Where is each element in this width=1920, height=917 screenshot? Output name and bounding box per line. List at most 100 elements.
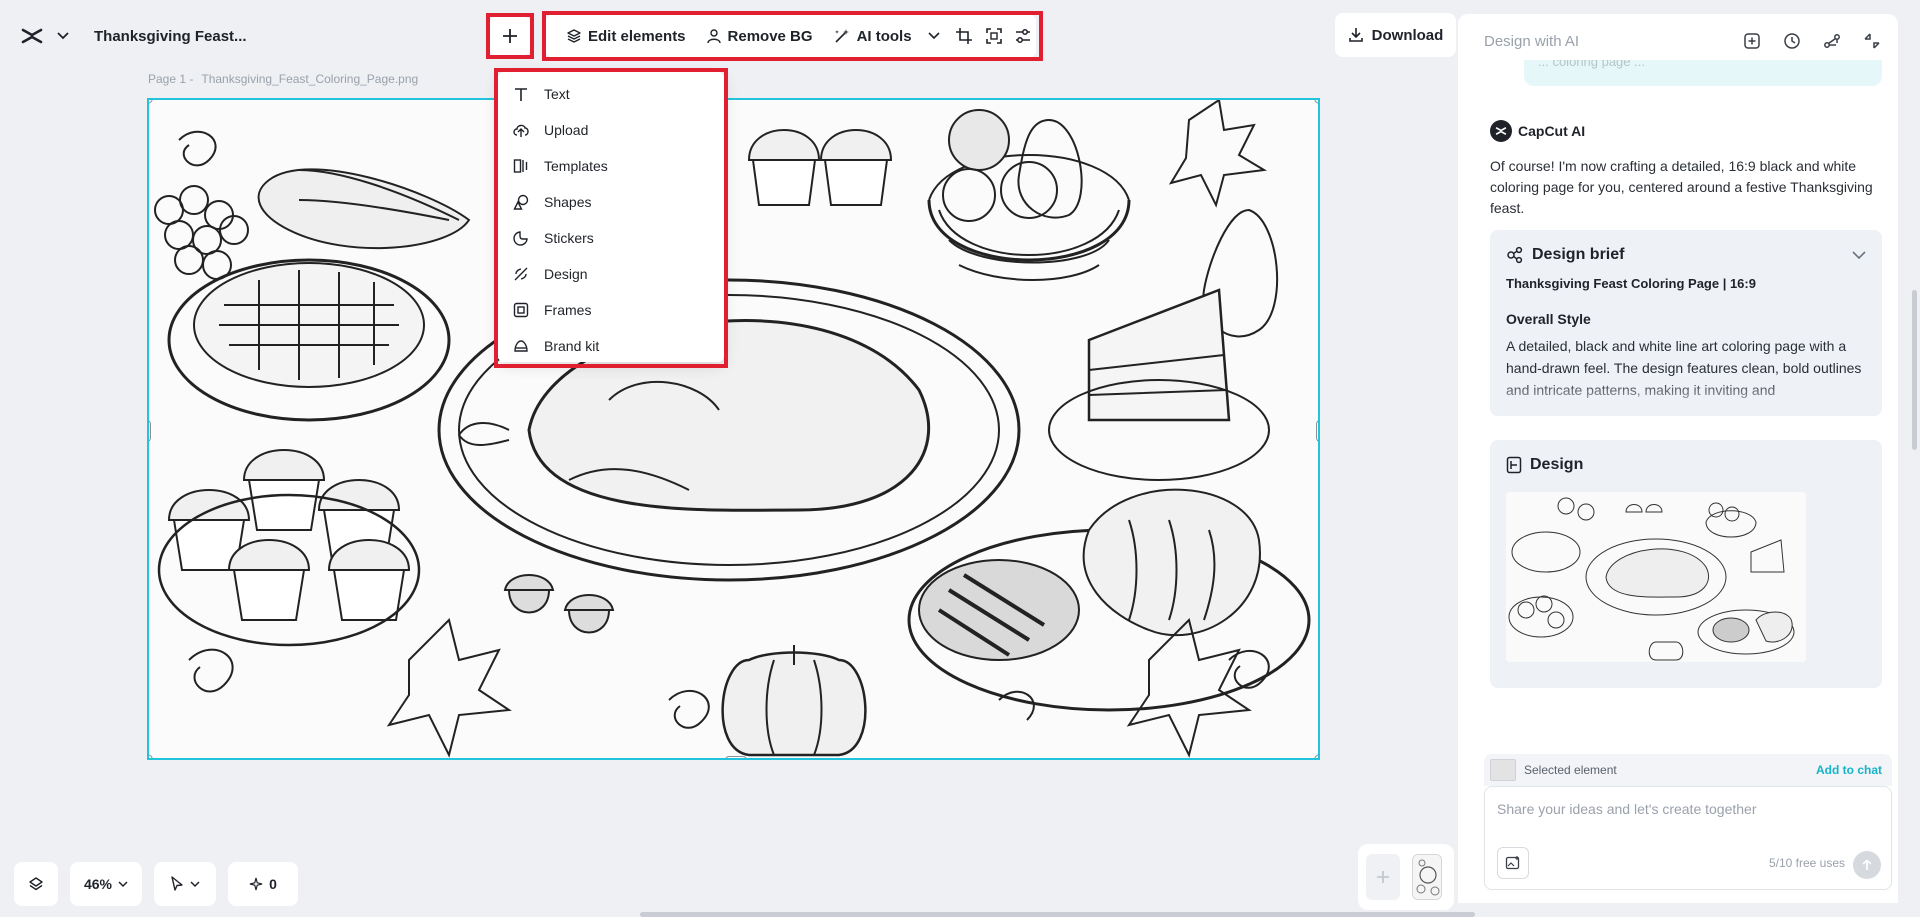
ai-tools-button[interactable]: AI tools — [825, 21, 948, 51]
ai-credits-count: 0 — [269, 876, 277, 892]
panel-title: Design with AI — [1484, 32, 1580, 50]
send-button[interactable] — [1853, 851, 1881, 879]
selected-element-thumbnail — [1490, 759, 1516, 781]
arrow-up-icon — [1862, 859, 1872, 870]
menu-item-templates[interactable]: Templates — [498, 148, 724, 184]
user-message-bubble: ... coloring page ... — [1524, 60, 1882, 86]
design-doc-icon — [1506, 456, 1522, 474]
add-element-button[interactable] — [490, 17, 530, 55]
app-header: Thanksgiving Feast... — [10, 14, 247, 58]
pointer-tool-select[interactable] — [154, 862, 216, 906]
ai-author-row: CapCut AI — [1490, 120, 1585, 142]
edit-elements-button[interactable]: Edit elements — [558, 22, 694, 51]
menu-item-frames[interactable]: Frames — [498, 292, 724, 328]
chevron-down-icon[interactable] — [54, 27, 72, 45]
free-uses-counter: 5/10 free uses — [1768, 856, 1845, 870]
flow-nodes-icon — [1507, 246, 1523, 264]
frames-icon — [512, 301, 530, 319]
chevron-down-icon[interactable] — [1852, 250, 1866, 260]
scan-icon — [985, 28, 1002, 44]
ai-author-name: CapCut AI — [1518, 123, 1586, 139]
add-to-chat-button[interactable]: Add to chat — [1816, 763, 1882, 777]
chat-input-box[interactable]: Share your ideas and let's create togeth… — [1484, 786, 1892, 890]
resize-handle-right[interactable] — [1316, 420, 1318, 442]
attach-image-button[interactable] — [1497, 847, 1529, 879]
menu-item-upload[interactable]: Upload — [498, 112, 724, 148]
sparkle-icon — [249, 877, 263, 891]
panel-header: Design with AI — [1484, 26, 1884, 56]
edit-elements-label: Edit elements — [588, 27, 686, 45]
remove-bg-label: Remove BG — [727, 27, 813, 45]
download-button[interactable]: Download — [1335, 13, 1456, 57]
ai-tools-label: AI tools — [856, 27, 912, 45]
selected-element-row: Selected element Add to chat — [1484, 754, 1892, 786]
ai-message-text: Of course! I'm now crafting a detailed, … — [1490, 158, 1873, 216]
menu-item-design[interactable]: Design — [498, 256, 724, 292]
design-brief-subtitle: Thanksgiving Feast Coloring Page | 16:9 — [1506, 276, 1756, 291]
plus-icon — [1377, 871, 1389, 883]
magic-wand-icon — [834, 29, 849, 43]
menu-item-stickers[interactable]: Stickers — [498, 220, 724, 256]
share-flow-icon[interactable] — [1820, 29, 1844, 53]
plus-icon — [503, 29, 517, 43]
new-chat-icon[interactable] — [1740, 29, 1764, 53]
layers-icon — [29, 877, 43, 891]
menu-item-shapes[interactable]: Shapes — [498, 184, 724, 220]
resize-handle-bottom[interactable] — [725, 756, 747, 758]
menu-item-brand-kit[interactable]: Brand kit — [498, 328, 724, 364]
menu-item-label: Text — [544, 86, 570, 102]
fade-overlay — [1490, 380, 1882, 416]
ai-credits-button[interactable]: 0 — [228, 862, 298, 906]
user-message-text: ... coloring page ... — [1538, 60, 1645, 69]
remove-bg-button[interactable]: Remove BG — [698, 22, 821, 51]
templates-icon — [512, 157, 530, 175]
menu-item-label: Frames — [544, 302, 592, 318]
add-page-button[interactable] — [1366, 854, 1400, 900]
design-brief-card[interactable]: Design brief Thanksgiving Feast Coloring… — [1490, 230, 1882, 416]
breadcrumb: Page 1 - Thanksgiving_Feast_Coloring_Pag… — [148, 72, 418, 86]
person-icon — [706, 29, 721, 44]
collapse-icon[interactable] — [1860, 29, 1884, 53]
chevron-down-icon — [927, 32, 940, 40]
design-result-header: Design — [1506, 456, 1866, 474]
layers-button[interactable] — [14, 862, 58, 906]
menu-item-label: Shapes — [544, 194, 592, 210]
add-element-menu: Text Upload Templates Shapes Stickers De… — [498, 72, 724, 362]
text-icon — [512, 85, 530, 103]
chat-input-placeholder[interactable]: Share your ideas and let's create togeth… — [1497, 801, 1757, 817]
menu-item-label: Design — [544, 266, 588, 282]
design-with-ai-panel: Design with AI ... coloring page ... Cap… — [1458, 14, 1898, 903]
panel-scrollbar[interactable] — [1912, 290, 1917, 450]
zoom-select[interactable]: 46% — [70, 862, 142, 906]
design-thumbnail[interactable] — [1506, 492, 1806, 662]
element-toolbar: Edit elements Remove BG AI tools — [546, 15, 1036, 57]
history-icon[interactable] — [1780, 29, 1804, 53]
chevron-down-icon — [118, 880, 128, 887]
resize-handle-left[interactable] — [149, 420, 151, 442]
menu-item-text[interactable]: Text — [498, 76, 724, 112]
breadcrumb-file: Thanksgiving_Feast_Coloring_Page.png — [201, 72, 419, 86]
canvas-image[interactable] — [147, 98, 1320, 760]
crop-button[interactable] — [952, 19, 977, 53]
crop-icon — [956, 28, 973, 44]
download-icon — [1348, 28, 1363, 42]
download-label: Download — [1371, 26, 1444, 44]
design-brief-header: Design brief — [1506, 246, 1866, 264]
menu-item-label: Stickers — [544, 230, 594, 246]
layers-icon — [567, 29, 581, 43]
menu-item-label: Brand kit — [544, 338, 600, 354]
sliders-icon — [1016, 29, 1031, 43]
capcut-logo-icon[interactable] — [18, 22, 46, 50]
menu-item-label: Upload — [544, 122, 589, 138]
adjust-button[interactable] — [1011, 19, 1036, 53]
resize-handle-br[interactable] — [1314, 754, 1318, 758]
design-result-card: Design — [1490, 440, 1882, 688]
horizontal-scrollbar[interactable] — [640, 912, 1475, 917]
design-result-title: Design — [1530, 456, 1584, 473]
scan-button[interactable] — [981, 19, 1006, 53]
selected-element-label: Selected element — [1524, 763, 1617, 777]
document-title[interactable]: Thanksgiving Feast... — [94, 28, 247, 45]
design-brief-title: Design brief — [1532, 246, 1625, 263]
zoom-value: 46% — [83, 876, 113, 892]
page-thumbnail[interactable] — [1412, 854, 1442, 900]
